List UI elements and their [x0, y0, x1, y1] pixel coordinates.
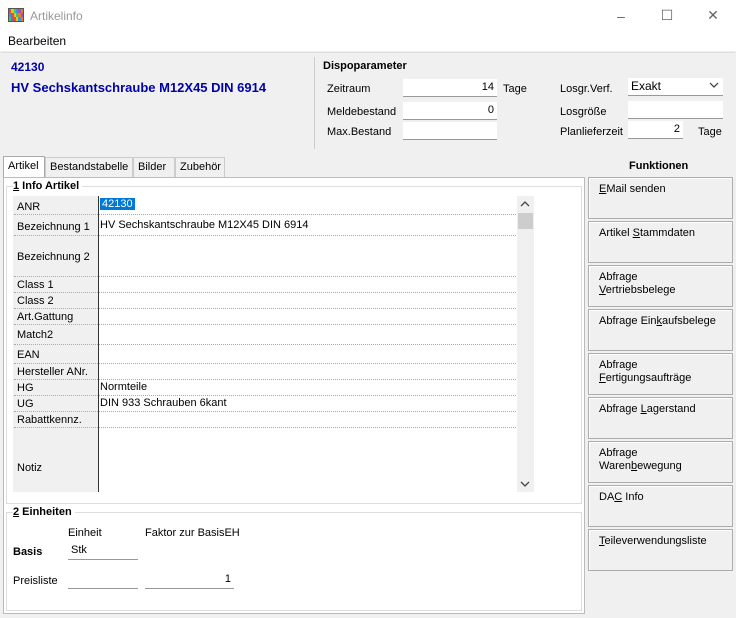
info-group-label: Info Artikel — [19, 180, 80, 192]
tab-zubehoer[interactable]: Zubehör — [175, 157, 225, 177]
preisliste-label: Preisliste — [13, 575, 58, 587]
row-label-anr: ANR — [17, 201, 41, 213]
abfrage-einkaufsbelege-button[interactable]: Abfrage Einkaufsbelege — [588, 309, 733, 351]
row-separator — [14, 363, 516, 364]
row-label-class1: Class 1 — [17, 279, 54, 291]
units-col-factor: Faktor zur BasisEH — [145, 527, 240, 539]
planlieferzeit-unit: Tage — [698, 126, 722, 138]
email-senden-button[interactable]: EMail senden — [588, 177, 733, 219]
row-label-hg: HG — [17, 382, 34, 394]
row-separator — [14, 395, 516, 396]
anr-value-text: 42130 — [100, 198, 135, 210]
close-button[interactable]: ✕ — [690, 0, 736, 31]
teileverwendungsliste-button[interactable]: Teileverwendungsliste — [588, 529, 733, 571]
abfrage-vertriebsbelege-button[interactable]: Abfrage Vertriebsbelege — [588, 265, 733, 307]
app-icon — [8, 8, 24, 22]
units-group-label: Einheiten — [19, 506, 72, 518]
maxbestand-label: Max.Bestand — [327, 126, 392, 138]
row-separator — [14, 324, 516, 325]
chevron-down-icon — [709, 80, 719, 93]
zeitraum-label: Zeitraum — [327, 83, 371, 95]
preisliste-unit-field[interactable] — [68, 571, 138, 589]
row-label-notiz: Notiz — [17, 462, 43, 474]
row-label-hersteller-anr: Hersteller ANr. — [17, 366, 88, 378]
losgr-verf-select[interactable]: Exakt — [628, 78, 723, 96]
maximize-button[interactable]: ☐ — [644, 0, 690, 31]
losgroesse-label: Losgröße — [560, 106, 607, 118]
planlieferzeit-label: Planlieferzeit — [560, 126, 623, 138]
article-description: HV Sechskantschraube M12X45 DIN 6914 — [11, 80, 267, 95]
row-separator — [14, 427, 516, 428]
tab-bestandstabelle[interactable]: Bestandstabelle — [45, 157, 133, 177]
abfrage-warenbewegung-button[interactable]: Abfrage Warenbewegung — [588, 441, 733, 483]
row-label-class2: Class 2 — [17, 295, 54, 307]
window-title: Artikelinfo — [30, 9, 83, 23]
row-separator — [14, 411, 516, 412]
functions-title: Funktionen — [629, 160, 689, 172]
meldebestand-label: Meldebestand — [327, 106, 397, 118]
menu-bar — [0, 31, 736, 51]
scroll-down-icon[interactable] — [519, 479, 531, 492]
artikel-stammdaten-button[interactable]: Artikel Stammdaten — [588, 221, 733, 263]
tab-artikel[interactable]: Artikel — [3, 156, 45, 178]
losgr-verf-value: Exakt — [631, 79, 662, 93]
zeitraum-field[interactable]: 14 — [403, 79, 497, 97]
row-label-match2: Match2 — [17, 329, 54, 341]
row-label-rabattkennz: Rabattkennz. — [17, 414, 82, 426]
row-label-bezeichnung1: Bezeichnung 1 — [17, 221, 90, 233]
row-separator — [14, 292, 516, 293]
info-group-title: 1 Info Artikel — [13, 180, 83, 192]
dac-info-button[interactable]: DAC Info — [588, 485, 733, 527]
row-separator — [14, 276, 516, 277]
menu-edit[interactable]: Bearbeiten — [8, 34, 66, 48]
units-group-title: 2 Einheiten — [13, 506, 75, 518]
row-separator — [14, 308, 516, 309]
scrollbar-thumb[interactable] — [518, 213, 533, 229]
abfrage-lagerstand-button[interactable]: Abfrage Lagerstand — [588, 397, 733, 439]
ug-value[interactable]: DIN 933 Schrauben 6kant — [100, 397, 227, 409]
tab-bilder[interactable]: Bilder — [133, 157, 175, 177]
row-label-artgattung: Art.Gattung — [17, 311, 74, 323]
abfrage-fertigungsauftraege-button[interactable]: Abfrage Fertigungsaufträge — [588, 353, 733, 395]
zeitraum-unit: Tage — [503, 83, 527, 95]
minimize-button[interactable]: – — [598, 0, 644, 31]
row-separator — [14, 214, 516, 215]
row-label-bezeichnung2: Bezeichnung 2 — [17, 251, 90, 263]
losgr-verf-label: Losgr.Verf. — [560, 83, 613, 95]
header-divider — [314, 57, 315, 149]
anr-value[interactable]: 42130 — [100, 198, 135, 210]
row-separator — [14, 235, 516, 236]
article-number: 42130 — [11, 60, 45, 74]
info-scrollbar[interactable] — [517, 196, 534, 492]
basis-label: Basis — [13, 546, 43, 558]
maxbestand-field[interactable] — [403, 122, 497, 140]
preisliste-factor-field[interactable]: 1 — [145, 571, 234, 589]
row-separator — [14, 379, 516, 380]
row-label-ean: EAN — [17, 349, 40, 361]
bezeichnung1-value[interactable]: HV Sechskantschraube M12X45 DIN 6914 — [100, 219, 309, 231]
meldebestand-field[interactable]: 0 — [403, 102, 497, 120]
scroll-up-icon[interactable] — [519, 199, 531, 212]
basis-unit-field[interactable]: Stk — [68, 542, 138, 560]
losgroesse-field[interactable] — [628, 101, 723, 119]
planlieferzeit-field[interactable]: 2 — [628, 121, 683, 139]
units-col-einheit: Einheit — [68, 527, 102, 539]
row-label-ug: UG — [17, 398, 34, 410]
hg-value[interactable]: Normteile — [100, 381, 147, 393]
row-separator — [14, 344, 516, 345]
dispo-title: Dispoparameter — [323, 60, 407, 72]
